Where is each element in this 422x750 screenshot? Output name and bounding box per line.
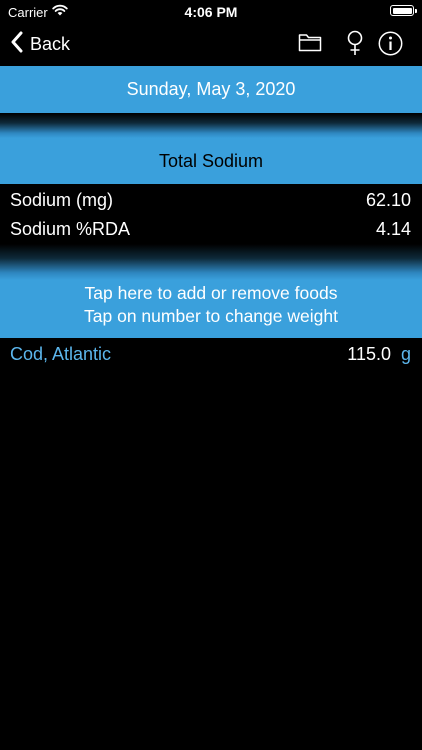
nutrient-value: 62.10 [365,190,411,210]
food-name[interactable]: Cod, Atlantic [10,344,111,365]
nutrient-label: Sodium %RDA [10,219,131,239]
date-header[interactable]: Sunday, May 3, 2020 [0,66,422,113]
navigation-bar: Back [0,24,422,64]
battery-icon [390,5,417,16]
add-remove-foods-button[interactable]: Tap here to add or remove foods Tap on n… [0,280,422,338]
nutrient-row: Sodium %RDA 4.14 [0,215,422,244]
back-button[interactable]: Back [10,30,70,58]
female-icon[interactable] [344,30,366,61]
separator-gradient [0,244,422,280]
section-title: Total Sodium [0,138,422,184]
nutrient-value: 4.14 [375,219,411,239]
back-label: Back [30,33,71,54]
food-list-item: Cod, Atlantic 115.0 g [0,340,422,370]
status-bar: Carrier 4:06 PM [0,0,422,24]
status-time: 4:06 PM [184,4,238,20]
chevron-left-icon [10,31,24,58]
hint-line-2: Tap on number to change weight [84,306,338,326]
nutrient-label: Sodium (mg) [10,190,114,210]
food-unit: g [400,344,411,364]
hint-line-1: Tap here to add or remove foods [84,283,338,303]
separator-gradient [0,113,422,138]
info-icon[interactable] [378,31,403,61]
food-weight[interactable]: 115.0 [347,344,391,365]
nutrient-row: Sodium (mg) 62.10 [0,186,422,215]
folder-icon[interactable] [298,31,322,58]
